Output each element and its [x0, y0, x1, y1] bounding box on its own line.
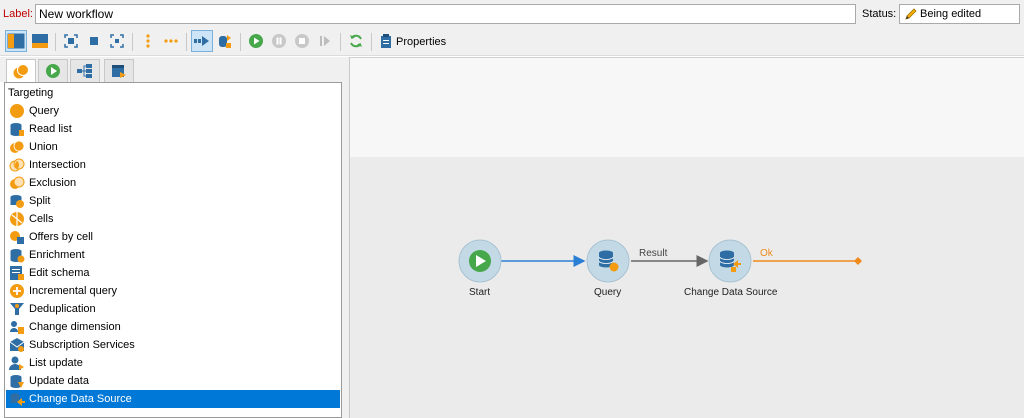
- query-icon: [9, 103, 25, 119]
- workflow-canvas[interactable]: Result Ok Start Query Change Data Source: [349, 157, 1024, 418]
- list-item[interactable]: Change Data Source: [6, 390, 340, 408]
- list-item-label: Change dimension: [29, 321, 121, 333]
- node-label-start: Start: [469, 287, 491, 298]
- change-data-source-icon[interactable]: [214, 30, 236, 52]
- step-icon[interactable]: [314, 30, 336, 52]
- list-item-label: Incremental query: [29, 285, 118, 297]
- read-list-icon: [9, 121, 25, 137]
- list-item-label: Split: [29, 195, 51, 207]
- list-item[interactable]: Change dimension: [6, 318, 340, 336]
- deduplication-icon: [9, 301, 25, 317]
- start-icon[interactable]: [245, 30, 267, 52]
- toolbar: Properties: [0, 28, 1024, 56]
- zoom-normal-icon[interactable]: [83, 30, 105, 52]
- list-item-label: Read list: [29, 123, 72, 135]
- tab-targeting[interactable]: [6, 59, 36, 83]
- horizontal-dots-icon[interactable]: [160, 30, 182, 52]
- change-data-source-icon: [9, 391, 25, 407]
- list-item[interactable]: Edit schema: [6, 264, 340, 282]
- properties-button-label[interactable]: Properties: [396, 36, 446, 48]
- list-item-label: Deduplication: [29, 303, 96, 315]
- list-item-label: Exclusion: [29, 177, 77, 189]
- incremental-query-icon: [9, 283, 25, 299]
- subscription-services-icon: [9, 337, 25, 353]
- list-item-label: Query: [29, 105, 59, 117]
- list-update-icon: [9, 355, 25, 371]
- list-item-label: Union: [29, 141, 58, 153]
- list-item[interactable]: Union: [6, 138, 340, 156]
- workflow-label-input[interactable]: [35, 4, 856, 24]
- canvas-top-area: [349, 57, 1024, 157]
- list-item-label: Subscription Services: [29, 339, 135, 351]
- list-item[interactable]: Split: [6, 192, 340, 210]
- layout-horizontal-icon[interactable]: [29, 30, 51, 52]
- workflow-node-start: [458, 239, 502, 283]
- layout-vertical-icon[interactable]: [5, 30, 27, 52]
- intersection-icon: [9, 157, 25, 173]
- list-item-label: Intersection: [29, 159, 86, 171]
- list-item[interactable]: Read list: [6, 120, 340, 138]
- list-item[interactable]: Offers by cell: [6, 228, 340, 246]
- list-item[interactable]: List update: [6, 354, 340, 372]
- list-item[interactable]: Enrichment: [6, 246, 340, 264]
- status-caption: Status:: [862, 8, 897, 20]
- stop-icon[interactable]: [291, 30, 313, 52]
- list-item-label: Update data: [29, 375, 89, 387]
- label-bar: Label: Status: Being edited: [0, 0, 1024, 28]
- zoom-fit-icon[interactable]: [60, 30, 82, 52]
- union-icon: [9, 139, 25, 155]
- enrichment-icon: [9, 247, 25, 263]
- transition-label-result: Result: [639, 248, 668, 259]
- offers-by-cell-icon: [9, 229, 25, 245]
- workflow-node-query: [586, 239, 630, 283]
- list-item-label: Cells: [29, 213, 54, 225]
- list-item[interactable]: Intersection: [6, 156, 340, 174]
- status-value: Being edited: [920, 8, 982, 20]
- list-item[interactable]: Exclusion: [6, 174, 340, 192]
- status-field[interactable]: Being edited: [899, 4, 1020, 24]
- list-item-label: Change Data Source: [29, 393, 132, 405]
- list-item-label: Offers by cell: [29, 231, 93, 243]
- change-dimension-icon: [9, 319, 25, 335]
- split-icon: [9, 193, 25, 209]
- list-item[interactable]: Update data: [6, 372, 340, 390]
- run-mode-icon[interactable]: [191, 30, 213, 52]
- transition-end-diamond: [854, 257, 862, 265]
- list-item[interactable]: Query: [6, 102, 340, 120]
- list-header: Targeting: [8, 87, 54, 99]
- palette-tabs: [0, 57, 348, 83]
- edit-schema-icon: [9, 265, 25, 281]
- tab-events[interactable]: [104, 59, 134, 82]
- activity-list: Targeting Query Read list Union Intersectio…: [4, 82, 342, 418]
- list-item-label: Enrichment: [29, 249, 85, 261]
- list-item[interactable]: Incremental query: [6, 282, 340, 300]
- pause-icon[interactable]: [268, 30, 290, 52]
- panel-splitter[interactable]: [342, 57, 349, 418]
- list-item-label: List update: [29, 357, 83, 369]
- label-caption: Label:: [3, 8, 33, 20]
- pencil-icon: [904, 7, 918, 24]
- list-item-label: Edit schema: [29, 267, 90, 279]
- exclusion-icon: [9, 175, 25, 191]
- list-item[interactable]: Deduplication: [6, 300, 340, 318]
- properties-icon[interactable]: [375, 30, 397, 52]
- transition-label-ok: Ok: [760, 248, 773, 259]
- refresh-icon[interactable]: [345, 30, 367, 52]
- update-data-icon: [9, 373, 25, 389]
- list-item[interactable]: Cells: [6, 210, 340, 228]
- node-label-change-data-source: Change Data Source: [684, 287, 778, 298]
- vertical-dots-icon[interactable]: [137, 30, 159, 52]
- zoom-selection-icon[interactable]: [106, 30, 128, 52]
- tab-actions[interactable]: [70, 59, 100, 82]
- cells-icon: [9, 211, 25, 227]
- node-label-query: Query: [594, 287, 622, 298]
- workflow-node-change-data-source: [708, 239, 752, 283]
- tab-flow-control[interactable]: [38, 59, 68, 82]
- list-item[interactable]: Subscription Services: [6, 336, 340, 354]
